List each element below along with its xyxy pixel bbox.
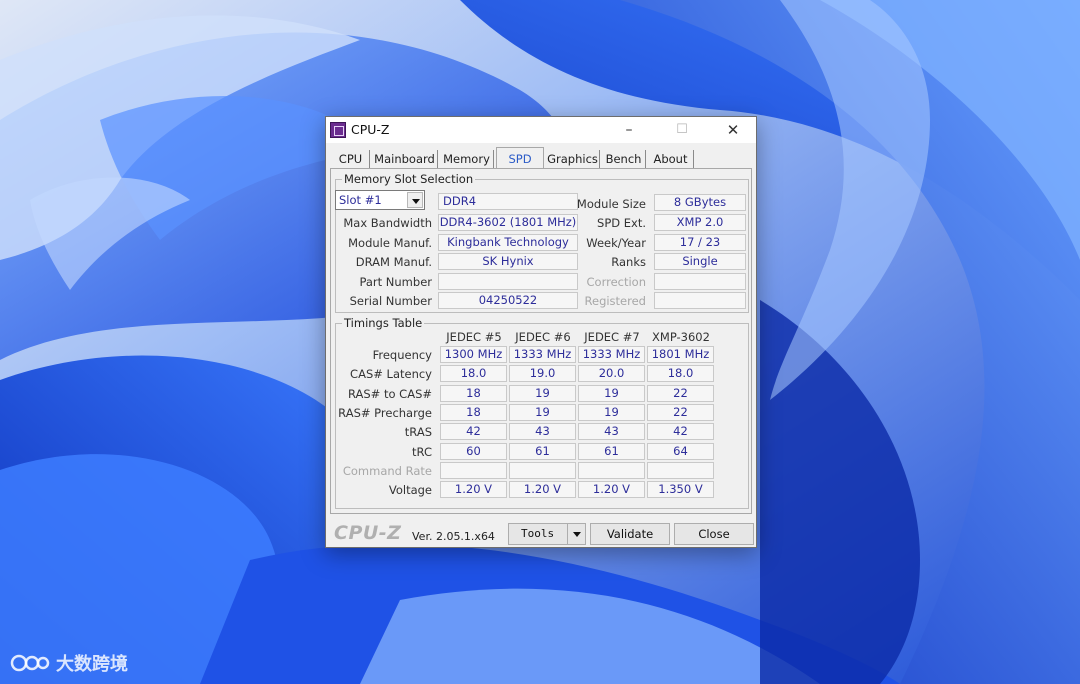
timing-cell: 1.20 V: [509, 481, 576, 498]
module-manuf-field: Kingbank Technology: [438, 234, 578, 251]
ranks-field: Single: [654, 253, 746, 270]
dram-manuf-field: SK Hynix: [438, 253, 578, 270]
tab-graphics[interactable]: Graphics: [546, 150, 600, 169]
timing-row-label: Voltage: [388, 483, 432, 497]
timing-cell: 1.20 V: [578, 481, 645, 498]
timing-col-jedec6: JEDEC #6: [515, 330, 571, 344]
timing-cell: 1333 MHz: [578, 346, 645, 363]
ranks-label: Ranks: [611, 255, 646, 269]
tab-bench[interactable]: Bench: [602, 150, 646, 169]
spd-ext-label: SPD Ext.: [597, 216, 646, 230]
timing-cell: [647, 462, 714, 479]
tab-mainboard[interactable]: Mainboard: [372, 150, 438, 169]
timing-cell: 18.0: [647, 365, 714, 382]
cpuz-window: CPU-Z – ☐ ✕ CPU Mainboard Memory SPD Gra…: [325, 116, 757, 548]
timing-cell: 18: [440, 385, 507, 402]
timing-cell: 64: [647, 443, 714, 460]
watermark: 大数跨境: [10, 650, 128, 676]
timing-cell: 1.20 V: [440, 481, 507, 498]
correction-label: Correction: [586, 275, 647, 289]
serial-number-field: 04250522: [438, 292, 578, 309]
correction-field: [654, 273, 746, 290]
timing-row-label: RAS# Precharge: [338, 406, 432, 420]
timing-cell: [509, 462, 576, 479]
module-manuf-label: Module Manuf.: [348, 236, 432, 250]
cpuz-app-icon: [330, 122, 346, 138]
timing-cell: 61: [578, 443, 645, 460]
timing-cell: 61: [509, 443, 576, 460]
timing-col-xmp: XMP-3602: [652, 330, 710, 344]
max-bandwidth-field: DDR4-3602 (1801 MHz): [438, 214, 578, 231]
timing-cell: 1333 MHz: [509, 346, 576, 363]
memory-slot-group-title: Memory Slot Selection: [342, 172, 476, 186]
timing-cell: 22: [647, 385, 714, 402]
timing-col-jedec5: JEDEC #5: [446, 330, 502, 344]
chevron-down-icon[interactable]: [407, 192, 423, 208]
validate-button[interactable]: Validate: [590, 523, 670, 545]
registered-field: [654, 292, 746, 309]
part-number-field: [438, 273, 578, 290]
dram-manuf-label: DRAM Manuf.: [355, 255, 432, 269]
timing-cell: 19.0: [509, 365, 576, 382]
tab-cpu[interactable]: CPU: [332, 150, 370, 169]
timing-cell: 18: [440, 404, 507, 421]
timing-cell: 1801 MHz: [647, 346, 714, 363]
part-number-label: Part Number: [359, 275, 432, 289]
tools-dropdown-icon[interactable]: [567, 524, 585, 544]
timing-cell: 43: [509, 423, 576, 440]
week-year-label: Week/Year: [586, 236, 646, 250]
watermark-text: 大数跨境: [56, 654, 128, 675]
minimize-button[interactable]: –: [606, 117, 652, 143]
title-bar[interactable]: CPU-Z – ☐ ✕: [326, 117, 756, 143]
week-year-field: 17 / 23: [654, 234, 746, 251]
serial-number-label: Serial Number: [349, 294, 432, 308]
timing-cell: 19: [509, 404, 576, 421]
tab-bar: CPU Mainboard Memory SPD Graphics Bench …: [332, 147, 752, 170]
timing-cell: 22: [647, 404, 714, 421]
timing-cell: 19: [509, 385, 576, 402]
close-window-button[interactable]: ✕: [710, 117, 756, 143]
timing-cell: [578, 462, 645, 479]
timing-row-label: RAS# to CAS#: [347, 387, 432, 401]
timing-cell: [440, 462, 507, 479]
tools-button[interactable]: Tools: [508, 523, 586, 545]
tab-memory[interactable]: Memory: [440, 150, 494, 169]
max-bandwidth-label: Max Bandwidth: [343, 216, 432, 230]
window-title: CPU-Z: [351, 122, 390, 137]
memory-type-field: DDR4: [438, 193, 578, 210]
timing-row-label: CAS# Latency: [350, 367, 432, 381]
version-label: Ver. 2.05.1.x64: [412, 530, 495, 543]
bottom-bar: CPU-Z Ver. 2.05.1.x64 Tools Validate Clo…: [326, 519, 756, 547]
maximize-button[interactable]: ☐: [659, 117, 705, 143]
timing-row-label: tRAS: [404, 425, 432, 439]
timing-cell: 1.350 V: [647, 481, 714, 498]
timings-group-title: Timings Table: [342, 316, 425, 330]
registered-label: Registered: [584, 294, 646, 308]
watermark-logo-icon: [10, 654, 50, 672]
timing-cell: 18.0: [440, 365, 507, 382]
timing-row-label: tRC: [412, 445, 432, 459]
timing-cell: 42: [440, 423, 507, 440]
timing-row-label: Frequency: [372, 348, 432, 362]
slot-select-value: Slot #1: [339, 193, 382, 207]
tab-about[interactable]: About: [648, 150, 694, 169]
close-button[interactable]: Close: [674, 523, 754, 545]
timing-cell: 43: [578, 423, 645, 440]
cpuz-brand-logo: CPU-Z: [334, 522, 402, 544]
timing-col-jedec7: JEDEC #7: [584, 330, 640, 344]
timing-cell: 60: [440, 443, 507, 460]
slot-select[interactable]: Slot #1: [335, 190, 425, 210]
spd-ext-field: XMP 2.0: [654, 214, 746, 231]
timing-cell: 19: [578, 385, 645, 402]
tab-spd[interactable]: SPD: [496, 147, 544, 170]
module-size-label: Module Size: [576, 197, 646, 211]
timing-row-label: Command Rate: [342, 464, 432, 478]
timing-cell: 42: [647, 423, 714, 440]
timing-cell: 1300 MHz: [440, 346, 507, 363]
tools-button-label: Tools: [521, 527, 555, 540]
timing-cell: 20.0: [578, 365, 645, 382]
module-size-field: 8 GBytes: [654, 194, 746, 211]
timing-cell: 19: [578, 404, 645, 421]
